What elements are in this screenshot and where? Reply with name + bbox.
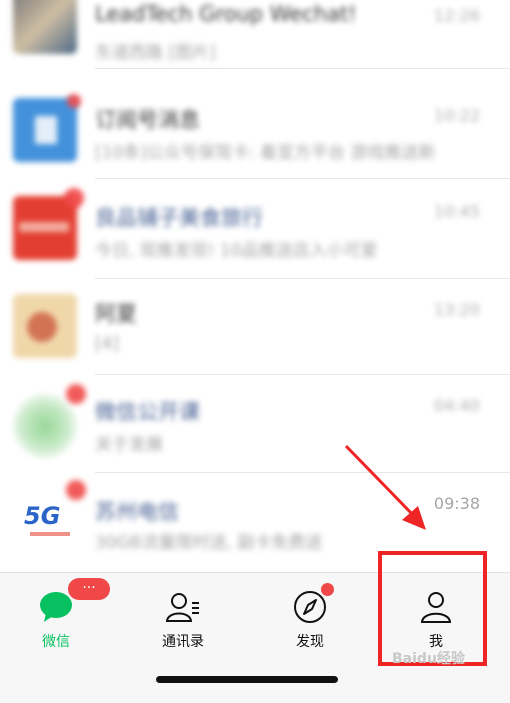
- chat-avatar: [13, 294, 77, 358]
- unread-badge: [64, 188, 84, 208]
- chat-time: 13:20: [433, 300, 480, 319]
- discover-dot-badge: [321, 583, 334, 596]
- tab-label: 微信: [42, 634, 70, 650]
- chat-preview: 关于发展: [95, 435, 163, 455]
- divider: [95, 374, 510, 375]
- divider: [95, 472, 510, 473]
- contacts-icon: [165, 593, 199, 622]
- chat-preview: 今日, 现推发现! 10品推送店入小可爱: [95, 241, 378, 261]
- chat-preview: 东道西路 [图片]: [95, 43, 216, 63]
- chat-row[interactable]: LeadTech Group Wechat! 东道西路 [图片] 12:26: [0, 0, 510, 70]
- chat-name: LeadTech Group Wechat!: [95, 2, 357, 26]
- chat-row[interactable]: 良品铺子美食旅行 今日, 现推发现! 10品推送店入小可爱 10:45: [0, 178, 510, 279]
- tab-discover[interactable]: 发现: [260, 581, 360, 661]
- unread-badge: [67, 94, 81, 108]
- tab-contacts[interactable]: 通讯录: [133, 581, 233, 661]
- chat-time: 10:45: [433, 202, 480, 221]
- tab-label: 通讯录: [162, 634, 204, 650]
- chat-time: 10:22: [433, 106, 480, 125]
- chat-name: 微信公开课: [95, 400, 200, 424]
- chat-time: 12:26: [433, 6, 480, 25]
- chat-preview: [4]: [95, 334, 120, 354]
- chat-avatar: [13, 394, 77, 458]
- chat-name: 苏州电信: [95, 500, 179, 524]
- watermark: Baidu经验: [392, 651, 465, 667]
- chat-name: 阿夏: [95, 302, 137, 326]
- chat-avatar: [13, 98, 77, 162]
- unread-badge: [66, 384, 86, 404]
- more-badge: ···: [68, 578, 110, 600]
- divider: [95, 68, 510, 69]
- chat-avatar: [13, 0, 77, 54]
- chat-time: 04:40: [433, 396, 480, 415]
- home-indicator[interactable]: [156, 676, 338, 683]
- chat-list: LeadTech Group Wechat! 东道西路 [图片] 12:26 订…: [0, 0, 510, 572]
- chat-row[interactable]: 订阅号消息 [10条]公众号保驾卡: 着宣方平台 游戏推送新 10:22: [0, 70, 510, 179]
- unread-badge: [66, 480, 86, 500]
- tab-label: 发现: [296, 634, 324, 650]
- chat-preview: [10条]公众号保驾卡: 着宣方平台 游戏推送新: [95, 143, 436, 163]
- chat-name: 订阅号消息: [95, 108, 200, 132]
- chat-row[interactable]: 阿夏 [4] 13:20: [0, 278, 510, 376]
- chat-name: 良品铺子美食旅行: [95, 206, 263, 230]
- chat-row[interactable]: 微信公开课 关于发展 04:40: [0, 376, 510, 474]
- chat-time: 09:38: [433, 494, 480, 513]
- chat-preview: 30GB流量限时送, 副卡免费送: [95, 533, 323, 553]
